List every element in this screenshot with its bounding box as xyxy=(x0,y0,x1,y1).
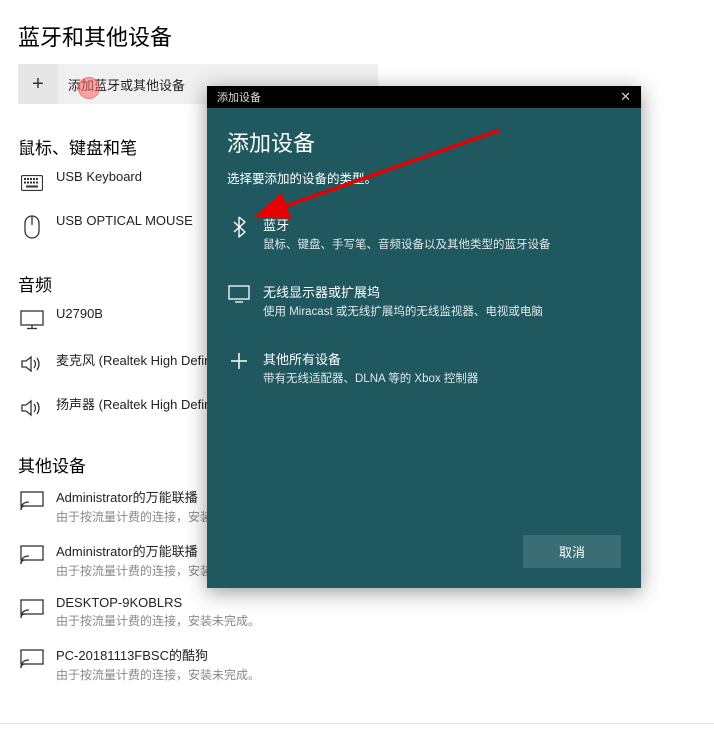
cast-icon xyxy=(18,645,46,673)
option-desc: 使用 Miracast 或无线扩展坞的无线监视器、电视或电脑 xyxy=(263,303,543,319)
option-wireless-display[interactable]: 无线显示器或扩展坞 使用 Miracast 或无线扩展坞的无线监视器、电视或电脑 xyxy=(227,272,621,329)
option-title: 其他所有设备 xyxy=(263,349,478,368)
cast-icon xyxy=(18,487,46,515)
monitor-icon xyxy=(18,306,46,334)
display-icon xyxy=(227,282,251,306)
option-bluetooth[interactable]: 蓝牙 鼠标、键盘、手写笔、音频设备以及其他类型的蓝牙设备 xyxy=(227,205,621,262)
device-name: PC-20181113FBSC的酷狗 xyxy=(56,645,260,664)
speaker-icon xyxy=(18,350,46,378)
dialog-titlebar-text: 添加设备 xyxy=(217,89,261,105)
option-desc: 带有无线适配器、DLNA 等的 Xbox 控制器 xyxy=(263,370,478,386)
plus-icon xyxy=(227,349,251,373)
device-name: USB Keyboard xyxy=(56,169,142,184)
dialog-heading: 添加设备 xyxy=(227,126,621,158)
cast-icon xyxy=(18,541,46,569)
keyboard-icon xyxy=(18,169,46,197)
device-row-other[interactable]: PC-20181113FBSC的酷狗 由于按流量计费的连接，安装未完成。 xyxy=(18,645,696,683)
cancel-button[interactable]: 取消 xyxy=(523,535,621,568)
close-icon[interactable]: ✕ xyxy=(616,89,635,105)
speaker-icon xyxy=(18,394,46,422)
option-desc: 鼠标、键盘、手写笔、音频设备以及其他类型的蓝牙设备 xyxy=(263,236,551,252)
option-title: 无线显示器或扩展坞 xyxy=(263,282,543,301)
device-sub: 由于按流量计费的连接，安装未完成。 xyxy=(56,666,260,683)
page-title: 蓝牙和其他设备 xyxy=(18,20,696,52)
dialog-titlebar: 添加设备 ✕ xyxy=(207,86,641,108)
add-device-dialog: 添加设备 ✕ 添加设备 选择要添加的设备的类型。 蓝牙 鼠标、键盘、手写笔、音频… xyxy=(207,86,641,588)
device-row-other[interactable]: DESKTOP-9KOBLRS 由于按流量计费的连接，安装未完成。 xyxy=(18,595,696,629)
dialog-subtext: 选择要添加的设备的类型。 xyxy=(227,168,621,187)
mouse-icon xyxy=(18,213,46,241)
bluetooth-icon xyxy=(227,215,251,239)
device-name: USB OPTICAL MOUSE xyxy=(56,213,193,228)
cursor-highlight xyxy=(78,77,100,99)
device-name: DESKTOP-9KOBLRS xyxy=(56,595,260,610)
cast-icon xyxy=(18,595,46,623)
bottom-border xyxy=(0,723,714,735)
plus-icon: + xyxy=(18,64,58,104)
option-title: 蓝牙 xyxy=(263,215,551,234)
option-everything-else[interactable]: 其他所有设备 带有无线适配器、DLNA 等的 Xbox 控制器 xyxy=(227,339,621,396)
device-name: U2790B xyxy=(56,306,103,321)
device-sub: 由于按流量计费的连接，安装未完成。 xyxy=(56,612,260,629)
